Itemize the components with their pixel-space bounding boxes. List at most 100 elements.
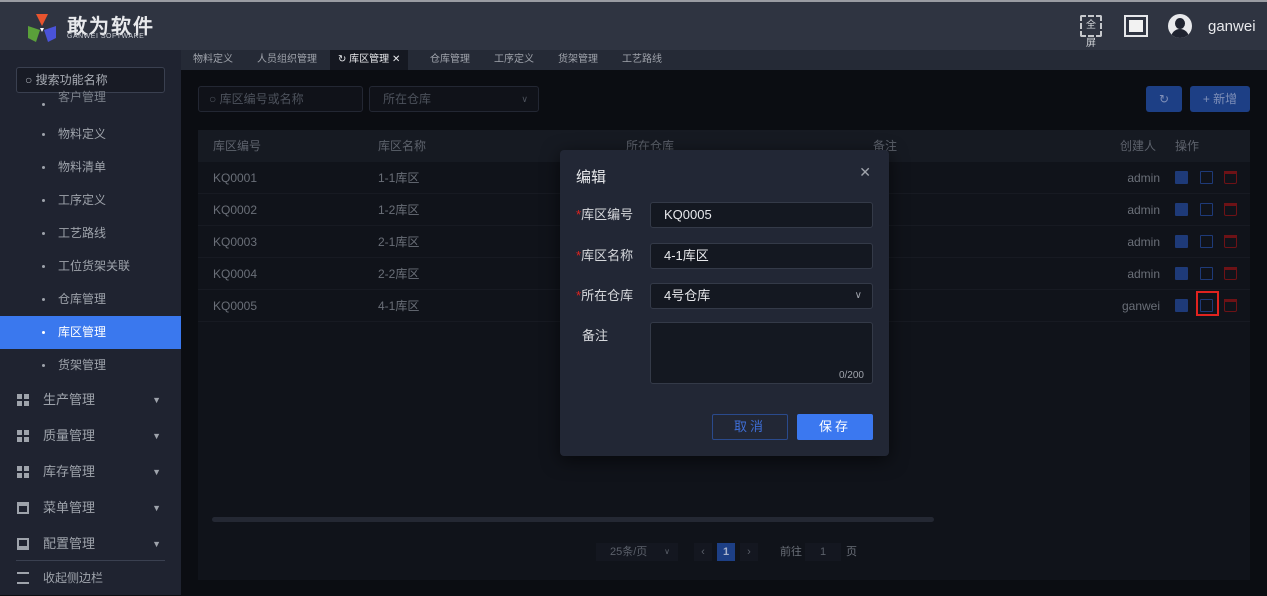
edit-icon[interactable] xyxy=(1200,235,1213,248)
sidebar-item-route[interactable]: 工艺路线 xyxy=(0,217,181,250)
sidebar-item-bom[interactable]: 物料清单 xyxy=(0,151,181,184)
chevron-down-icon: ▼ xyxy=(152,503,161,513)
search-icon: ○ xyxy=(25,73,36,87)
brand-subtitle: GANWEI SOFTWARE xyxy=(67,33,145,40)
page-1-button[interactable]: 1 xyxy=(717,543,735,561)
cell-creator: admin xyxy=(1127,203,1160,217)
sidebar-item-zone[interactable]: 库区管理 xyxy=(0,316,181,349)
sidebar-item-shelf[interactable]: 货架管理 xyxy=(0,349,181,382)
tab-org[interactable]: 人员组织管理 xyxy=(257,50,317,70)
cell-name: 1-2库区 xyxy=(378,203,420,217)
code-label: *库区编号 xyxy=(576,207,634,222)
prev-page-button[interactable]: ‹ xyxy=(694,543,712,561)
tab-shelf[interactable]: 货架管理 xyxy=(558,50,598,70)
warehouse-filter-select[interactable]: 所在仓库 ∨ xyxy=(369,86,539,112)
cell-code: KQ0002 xyxy=(213,203,258,217)
sidebar-group-config[interactable]: 配置管理 ▼ xyxy=(0,526,181,562)
ganwei-logo xyxy=(28,14,56,42)
remark-label: 备注 xyxy=(582,328,609,343)
goto-page-input[interactable]: 1 xyxy=(805,543,841,561)
edit-icon[interactable] xyxy=(1200,267,1213,280)
code-input[interactable]: KQ0005 xyxy=(650,202,873,228)
add-button[interactable]: + 新增 xyxy=(1190,86,1250,112)
chevron-down-icon: ∨ xyxy=(521,94,528,104)
grid-icon xyxy=(17,430,29,442)
edit-dialog: 编辑 ✕ *库区编号 KQ0005 *库区名称 4-1库区 *所在仓库 4号仓库… xyxy=(560,150,889,456)
horizontal-scrollbar[interactable] xyxy=(212,517,934,522)
tab-bar: 物料定义 人员组织管理 ↻ 库区管理 ✕ 仓库管理 工序定义 货架管理 工艺路线 xyxy=(181,50,1267,70)
warehouse-select[interactable]: 4号仓库 ∨ xyxy=(650,283,873,309)
sidebar-item-material[interactable]: 物料定义 xyxy=(0,118,181,151)
sidebar-group-quality[interactable]: 质量管理 ▼ xyxy=(0,418,181,454)
avatar[interactable] xyxy=(1168,14,1192,38)
view-icon[interactable] xyxy=(1175,203,1188,216)
grid-icon xyxy=(17,466,29,478)
page-size-select[interactable]: 25条/页 ∨ xyxy=(596,543,678,561)
username[interactable]: ganwei xyxy=(1208,18,1256,35)
view-icon[interactable] xyxy=(1175,299,1188,312)
tab-route[interactable]: 工艺路线 xyxy=(622,50,662,70)
column-code: 库区编号 xyxy=(213,139,262,153)
chevron-down-icon: ▼ xyxy=(152,431,161,441)
sidebar-group-production[interactable]: 生产管理 ▼ xyxy=(0,382,181,418)
warehouse-label: *所在仓库 xyxy=(576,288,634,303)
cell-creator: admin xyxy=(1127,235,1160,249)
name-label: *库区名称 xyxy=(576,248,634,263)
sidebar-item-warehouse[interactable]: 仓库管理 xyxy=(0,283,181,316)
tab-warehouse[interactable]: 仓库管理 xyxy=(430,50,470,70)
view-icon[interactable] xyxy=(1175,267,1188,280)
view-icon[interactable] xyxy=(1175,171,1188,184)
goto-suffix: 页 xyxy=(846,546,857,558)
remark-textarea[interactable]: 0/200 xyxy=(650,322,873,384)
cell-code: KQ0004 xyxy=(213,267,258,281)
sidebar-group-inventory[interactable]: 库存管理 ▼ xyxy=(0,454,181,490)
column-actions: 操作 xyxy=(1175,139,1200,153)
close-icon[interactable]: ✕ xyxy=(389,54,400,65)
cell-name: 2-1库区 xyxy=(378,235,420,249)
delete-icon[interactable] xyxy=(1224,203,1237,216)
delete-icon[interactable] xyxy=(1224,267,1237,280)
sidebar-item-process[interactable]: 工序定义 xyxy=(0,184,181,217)
cell-creator: ganwei xyxy=(1121,299,1160,313)
view-icon[interactable] xyxy=(1175,235,1188,248)
chevron-down-icon: ▼ xyxy=(152,539,161,549)
chevron-down-icon: ∨ xyxy=(664,547,670,556)
name-input[interactable]: 4-1库区 xyxy=(650,243,873,269)
sidebar-item-station-shelf[interactable]: 工位货架关联 xyxy=(0,250,181,283)
refresh-button[interactable]: ↻ xyxy=(1146,86,1182,112)
save-button[interactable]: 保存 xyxy=(797,414,873,440)
next-page-button[interactable]: › xyxy=(740,543,758,561)
delete-icon[interactable] xyxy=(1224,299,1237,312)
sidebar: ○ 搜索功能名称 客户管理 物料定义 物料清单 工序定义 工艺路线 工位货架关联… xyxy=(0,50,181,595)
sidebar-group-menu[interactable]: 菜单管理 ▼ xyxy=(0,490,181,526)
tab-process[interactable]: 工序定义 xyxy=(494,50,534,70)
delete-icon[interactable] xyxy=(1224,171,1237,184)
cell-name: 4-1库区 xyxy=(378,299,420,313)
delete-icon[interactable] xyxy=(1224,235,1237,248)
cell-name: 1-1库区 xyxy=(378,171,420,185)
collapse-sidebar-button[interactable]: 收起侧边栏 xyxy=(0,560,181,596)
cell-code: KQ0005 xyxy=(213,299,258,313)
fullscreen-icon[interactable]: 全屏 xyxy=(1080,15,1102,49)
refresh-icon: ↻ xyxy=(1158,92,1170,106)
tab-zone[interactable]: ↻ 库区管理 ✕ xyxy=(330,50,409,70)
screen-icon[interactable] xyxy=(1124,15,1148,37)
cell-creator: admin xyxy=(1127,267,1160,281)
column-name: 库区名称 xyxy=(378,139,427,153)
tab-material[interactable]: 物料定义 xyxy=(193,50,233,70)
char-counter: 0/200 xyxy=(838,370,864,381)
chevron-down-icon: ▼ xyxy=(152,467,161,477)
goto-label: 前往 xyxy=(780,546,802,558)
cell-name: 2-2库区 xyxy=(378,267,420,281)
column-creator: 创建人 xyxy=(1120,139,1157,153)
cancel-button[interactable]: 取消 xyxy=(712,414,788,440)
chevron-down-icon: ▼ xyxy=(152,395,161,405)
edit-icon[interactable] xyxy=(1200,171,1213,184)
close-icon[interactable]: ✕ xyxy=(859,164,871,181)
zone-search-input[interactable]: ○ 库区编号或名称 xyxy=(198,86,363,112)
edit-icon[interactable] xyxy=(1200,203,1213,216)
sidebar-item-customer[interactable]: 客户管理 xyxy=(0,88,181,106)
bookmark-icon xyxy=(17,538,29,550)
chevron-down-icon: ∨ xyxy=(854,290,862,301)
refresh-icon[interactable]: ↻ xyxy=(338,54,349,65)
